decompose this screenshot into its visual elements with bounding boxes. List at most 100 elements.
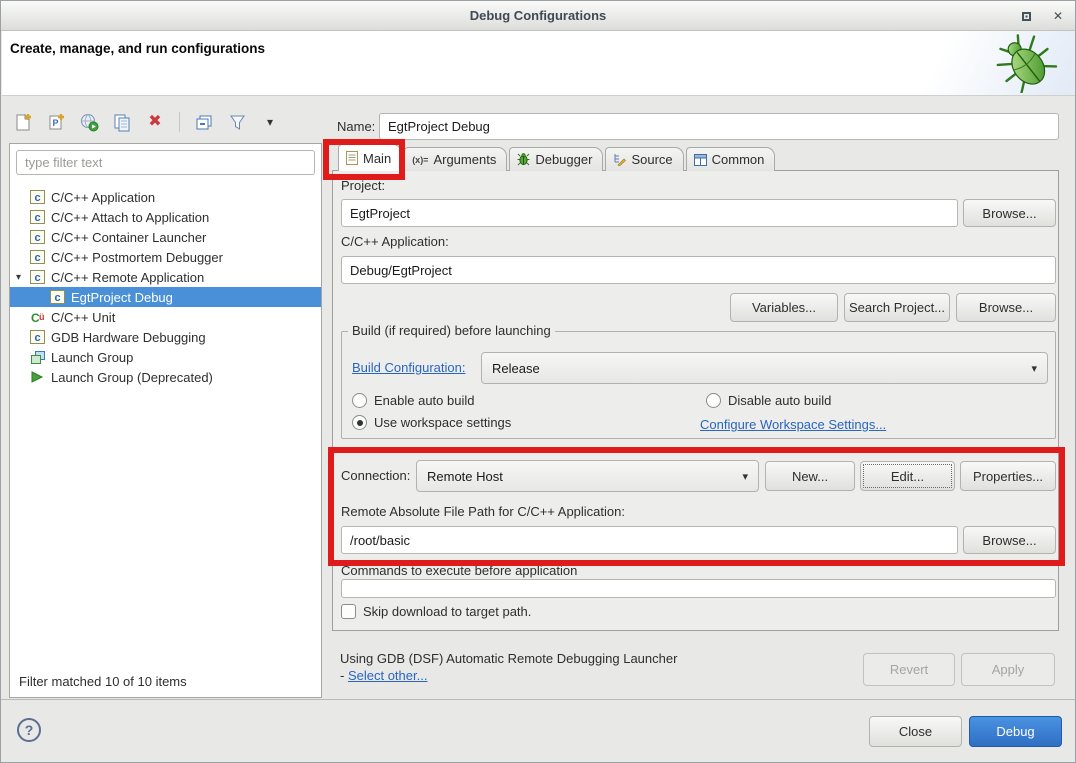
connection-edit-button[interactable]: Edit... (860, 461, 955, 491)
tab-main[interactable]: Main (338, 144, 402, 171)
tree-item-launch-group[interactable]: Launch Group (10, 347, 321, 367)
project-browse-button[interactable]: Browse... (963, 199, 1056, 227)
filter-status-text: Filter matched 10 of 10 items (19, 674, 187, 689)
tree-item-label: C/C++ Postmortem Debugger (51, 250, 223, 265)
tab-label: Source (631, 152, 672, 167)
configurations-tree: c C/C++ Application c C/C++ Attach to Ap… (10, 187, 321, 387)
build-configuration-dropdown[interactable]: Release ▾ (481, 352, 1048, 384)
tab-arguments[interactable]: (x)= Arguments (404, 147, 507, 171)
tab-label: Debugger (535, 152, 592, 167)
delete-button[interactable]: ✖ (143, 110, 167, 134)
tree-item-cpp-container[interactable]: c C/C++ Container Launcher (10, 227, 321, 247)
source-tab-icon (613, 153, 626, 166)
dialog-footer: ? Close Debug (1, 699, 1075, 762)
tree-item-label: C/C++ Attach to Application (51, 210, 209, 225)
connection-properties-button[interactable]: Properties... (960, 461, 1056, 491)
svg-text:ü: ü (39, 312, 45, 322)
tree-item-label: GDB Hardware Debugging (51, 330, 206, 345)
select-other-link[interactable]: Select other... (348, 668, 428, 683)
tree-item-cpp-unit[interactable]: Cü C/C++ Unit (10, 307, 321, 327)
application-input[interactable] (341, 256, 1056, 284)
variables-button[interactable]: Variables... (730, 293, 838, 322)
page-title: Create, manage, and run configurations (10, 41, 265, 56)
commands-input[interactable] (341, 579, 1056, 598)
revert-button[interactable]: Revert (863, 653, 955, 686)
project-input[interactable] (341, 199, 958, 227)
launcher-prefix: - (340, 668, 348, 683)
tree-item-cpp-attach[interactable]: c C/C++ Attach to Application (10, 207, 321, 227)
use-workspace-settings-label: Use workspace settings (374, 415, 511, 430)
new-prototype-button[interactable]: P (44, 110, 68, 134)
disable-auto-build-label: Disable auto build (728, 393, 831, 408)
connection-new-button[interactable]: New... (765, 461, 855, 491)
tree-item-egtproject-debug[interactable]: c EgtProject Debug (10, 287, 321, 307)
c-app-icon: c (30, 230, 46, 244)
enable-auto-build-radio[interactable] (352, 393, 367, 408)
c-app-icon: c (30, 190, 46, 204)
remote-path-browse-button[interactable]: Browse... (963, 526, 1056, 554)
tree-item-label: C/C++ Application (51, 190, 155, 205)
main-tab-content: Project: Browse... C/C++ Application: Va… (332, 170, 1059, 631)
use-workspace-settings-radio[interactable] (352, 415, 367, 430)
toolbar-separator (179, 112, 180, 132)
name-input[interactable] (379, 113, 1059, 140)
title-bar: Debug Configurations ✕ (1, 1, 1075, 31)
search-project-button[interactable]: Search Project... (844, 293, 950, 322)
connection-dropdown[interactable]: Remote Host ▾ (416, 460, 759, 492)
c-app-icon: c (30, 210, 46, 224)
filter-input[interactable] (16, 150, 315, 175)
use-workspace-settings-option[interactable]: Use workspace settings (352, 415, 511, 430)
debug-configurations-dialog: Debug Configurations ✕ Create, manage, a… (0, 0, 1076, 763)
launcher-select-row: - Select other... (340, 668, 427, 683)
export-launch-config-button[interactable] (77, 110, 101, 134)
skip-download-checkbox[interactable] (341, 604, 356, 619)
tree-expand-arrow-icon[interactable]: ▾ (14, 272, 30, 283)
new-launch-config-icon (13, 112, 33, 132)
help-button[interactable]: ? (17, 718, 41, 742)
close-window-icon[interactable]: ✕ (1053, 10, 1063, 22)
close-button[interactable]: Close (869, 716, 962, 747)
debug-bug-icon (996, 33, 1058, 96)
apply-button[interactable]: Apply (961, 653, 1055, 686)
svg-text:c: c (34, 212, 40, 224)
tree-item-launch-group-deprecated[interactable]: Launch Group (Deprecated) (10, 367, 321, 387)
main-tab-icon (346, 151, 358, 165)
tree-item-gdb-hardware[interactable]: c GDB Hardware Debugging (10, 327, 321, 347)
tree-item-label: Launch Group (51, 350, 133, 365)
enable-auto-build-option[interactable]: Enable auto build (352, 393, 474, 408)
svg-text:c: c (34, 252, 40, 264)
tab-source[interactable]: Source (605, 147, 683, 171)
svg-text:c: c (34, 332, 40, 344)
disable-auto-build-radio[interactable] (706, 393, 721, 408)
toolbar-menu-button[interactable]: ▾ (258, 110, 282, 134)
skip-download-option[interactable]: Skip download to target path. (341, 604, 531, 619)
disable-auto-build-option[interactable]: Disable auto build (706, 393, 831, 408)
new-launch-config-button[interactable] (11, 110, 35, 134)
c-app-icon: c (30, 330, 46, 344)
application-label: C/C++ Application: (341, 234, 449, 249)
tree-item-cpp-application[interactable]: c C/C++ Application (10, 187, 321, 207)
duplicate-button[interactable] (110, 110, 134, 134)
project-label: Project: (341, 178, 385, 193)
svg-text:P: P (52, 118, 58, 128)
maximize-icon[interactable] (1022, 12, 1031, 21)
collapse-all-button[interactable] (192, 110, 216, 134)
svg-text:c: c (54, 292, 60, 304)
tab-debugger[interactable]: Debugger (509, 147, 603, 171)
remote-path-input[interactable] (341, 526, 958, 554)
connection-value: Remote Host (427, 469, 503, 484)
debug-button[interactable]: Debug (969, 716, 1062, 747)
configure-workspace-settings-link[interactable]: Configure Workspace Settings... (700, 417, 886, 432)
application-browse-button[interactable]: Browse... (956, 293, 1056, 322)
build-configuration-link[interactable]: Build Configuration: (352, 360, 465, 375)
delete-icon: ✖ (148, 114, 161, 130)
tree-item-cpp-remote[interactable]: ▾ c C/C++ Remote Application (10, 267, 321, 287)
c-app-icon: c (30, 250, 46, 264)
configurations-panel: c C/C++ Application c C/C++ Attach to Ap… (9, 143, 322, 698)
build-configuration-value: Release (492, 361, 540, 376)
build-group: Build (if required) before launching Bui… (341, 331, 1056, 439)
tree-item-cpp-postmortem[interactable]: c C/C++ Postmortem Debugger (10, 247, 321, 267)
tab-common[interactable]: Common (686, 147, 776, 171)
filter-button[interactable] (225, 110, 249, 134)
debugger-tab-icon (517, 153, 530, 166)
